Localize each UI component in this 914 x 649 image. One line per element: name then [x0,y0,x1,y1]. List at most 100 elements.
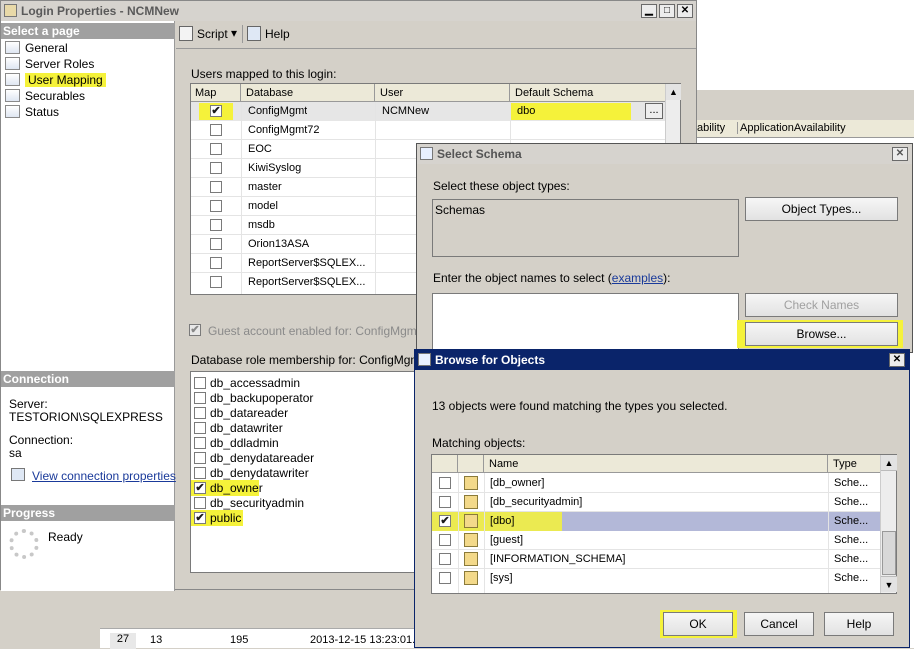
role-item[interactable]: db_backupoperator [191,391,431,406]
scroll-down-button[interactable]: ▼ [881,576,897,592]
ok-button[interactable]: OK [663,612,733,636]
map-checkbox[interactable]: ✔ [210,105,222,117]
mapping-row[interactable]: ConfigMgmt72 [191,121,665,140]
object-type: Sche... [834,477,869,489]
script-button[interactable]: Script [197,27,228,41]
close-button[interactable]: ✕ [889,353,905,367]
database-cell: EOC [248,143,272,155]
schema-icon [464,552,478,566]
role-checkbox[interactable]: ✔ [194,512,206,524]
sidebar-item-securables[interactable]: Securables [5,88,155,104]
column-type[interactable]: Type [828,455,880,473]
help-button[interactable]: Help [265,27,290,41]
scroll-thumb[interactable] [882,531,896,575]
column-database[interactable]: Database [241,84,375,102]
column-user[interactable]: User [375,84,510,102]
map-checkbox[interactable] [210,124,222,136]
object-names-input[interactable] [432,293,739,351]
sidebar-item-status[interactable]: Status [5,104,155,120]
script-icon [179,26,193,41]
sidebar-item-user-mapping[interactable]: User Mapping [5,72,155,88]
role-item[interactable]: ✔ public [191,510,431,526]
map-checkbox[interactable] [210,162,222,174]
browse-button[interactable]: Browse... [745,322,898,346]
map-checkbox[interactable] [210,219,222,231]
role-checkbox[interactable] [194,452,206,464]
role-checkbox[interactable] [194,437,206,449]
matching-label: Matching objects: [432,436,526,450]
scroll-up-button[interactable]: ▲ [881,455,897,471]
role-checkbox[interactable] [194,497,206,509]
role-label: db_datawriter [210,421,283,435]
object-row[interactable]: [INFORMATION_SCHEMA] Sche... [432,550,880,569]
object-checkbox[interactable] [439,553,451,565]
schema-cell[interactable]: dbo [517,102,535,121]
role-item[interactable]: ✔ db_owner [191,480,431,496]
object-types-button[interactable]: Object Types... [745,197,898,221]
role-checkbox[interactable] [194,467,206,479]
server-value: TESTORION\SQLEXPRESS [9,410,163,424]
dialog-title-bar: Select Schema ✕ [417,144,912,164]
progress-spinner-icon [9,529,39,559]
role-checkbox[interactable] [194,392,206,404]
cancel-button[interactable]: Cancel [744,612,814,636]
object-row[interactable]: [guest] Sche... [432,531,880,550]
role-checkbox[interactable] [194,407,206,419]
objects-scrollbar[interactable]: ▲ ▼ [880,455,897,593]
role-label: db_ddladmin [210,436,279,450]
page-icon [5,73,20,86]
minimize-button[interactable]: ▁ [641,4,657,18]
background-grid-header: ability ApplicationAvailability [697,120,914,138]
role-item[interactable]: db_datareader [191,406,431,421]
object-row[interactable]: [db_securityadmin] Sche... [432,493,880,512]
column-checkbox [432,455,458,473]
role-checkbox[interactable] [194,377,206,389]
map-checkbox[interactable] [210,238,222,250]
role-checkbox[interactable] [194,422,206,434]
map-checkbox[interactable] [210,257,222,269]
map-checkbox[interactable] [210,143,222,155]
sidebar-item-server-roles[interactable]: Server Roles [5,56,155,72]
column-name[interactable]: Name [484,455,828,473]
object-checkbox[interactable]: ✔ [439,515,451,527]
background-col-header: ability [697,122,726,134]
column-default-schema[interactable]: Default Schema [510,84,665,102]
role-item[interactable]: db_accessadmin [191,376,431,391]
database-cell: ReportServer$SQLEX... [248,257,366,269]
help-button[interactable]: Help [824,612,894,636]
map-checkbox[interactable] [210,181,222,193]
examples-link[interactable]: examples [612,271,663,285]
mapping-row[interactable]: ✔ ConfigMgmt NCMNew dbo ... [191,102,665,121]
map-checkbox[interactable] [210,276,222,288]
sidebar-item-general[interactable]: General [5,40,155,56]
close-button[interactable]: ✕ [677,4,693,18]
user-cell[interactable]: NCMNew [382,102,429,121]
role-item[interactable]: db_denydatareader [191,451,431,466]
object-name: [INFORMATION_SCHEMA] [490,553,626,565]
script-dropdown-icon[interactable]: ▾ [231,26,237,40]
object-checkbox[interactable] [439,496,451,508]
schema-browse-button[interactable]: ... [645,103,663,119]
column-map[interactable]: Map [191,84,241,102]
maximize-button[interactable]: □ [659,4,675,18]
browse-objects-dialog: Browse for Objects ✕ 13 objects were fou… [414,349,910,648]
object-row[interactable]: [db_owner] Sche... [432,474,880,493]
background-col-header: ApplicationAvailability [737,122,846,134]
map-checkbox[interactable] [210,200,222,212]
role-item[interactable]: db_denydatawriter [191,466,431,481]
object-checkbox[interactable] [439,572,451,584]
object-row[interactable]: [sys] Sche... [432,569,880,588]
object-type: Sche... [834,496,869,508]
object-name: [db_owner] [490,477,545,489]
scroll-up-button[interactable]: ▲ [666,84,681,100]
background-cell: 27 [110,633,136,649]
close-button[interactable]: ✕ [892,147,908,161]
object-checkbox[interactable] [439,534,451,546]
role-item[interactable]: db_ddladmin [191,436,431,451]
role-checkbox[interactable]: ✔ [194,482,206,494]
view-connection-link[interactable]: View connection properties [32,469,176,483]
object-row-selected[interactable]: ✔ [dbo] Sche... [432,512,880,531]
role-item[interactable]: db_securityadmin [191,496,431,511]
role-item[interactable]: db_datawriter [191,421,431,436]
object-checkbox[interactable] [439,477,451,489]
